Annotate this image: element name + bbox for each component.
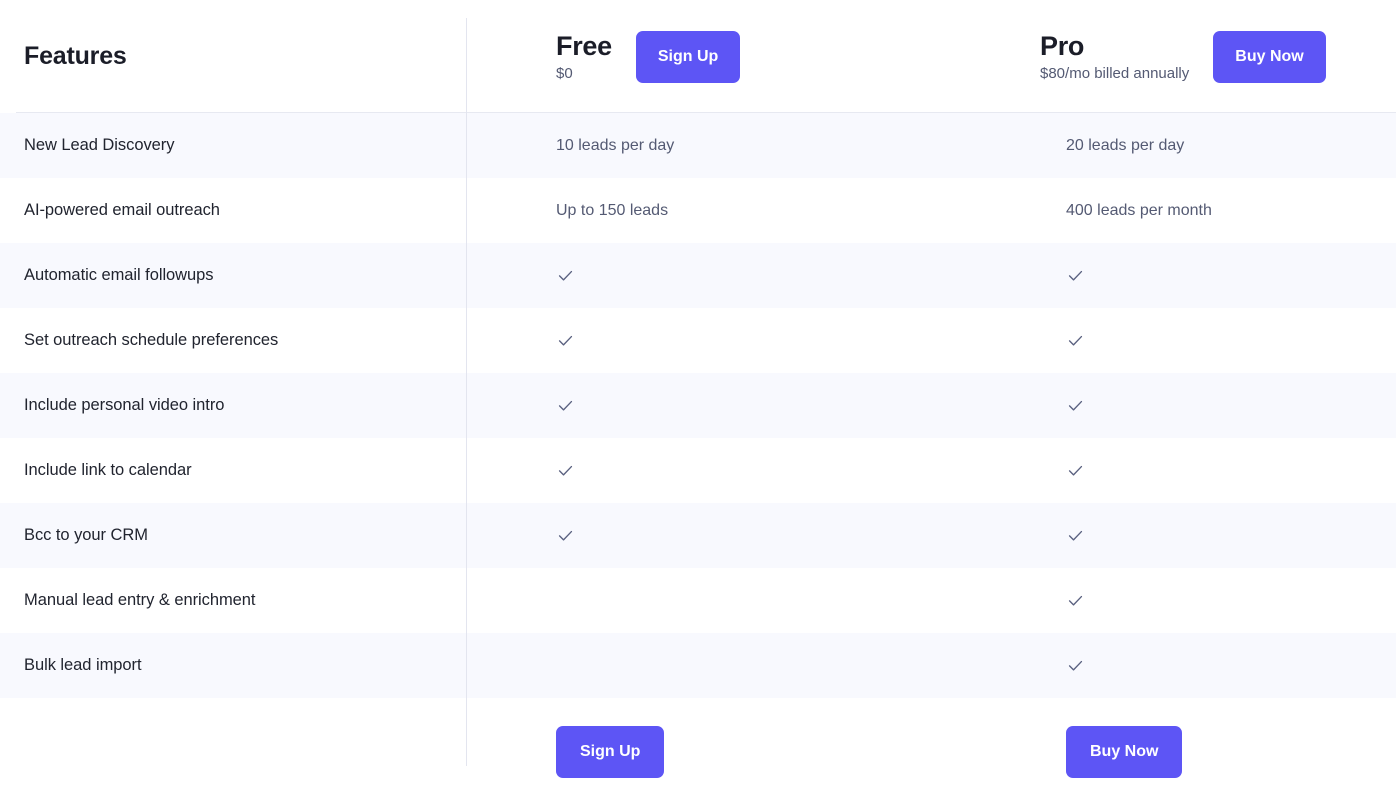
plan-name-pro: Pro (1040, 31, 1085, 62)
cell-free (466, 526, 1016, 545)
cell-value: Up to 150 leads (556, 201, 669, 219)
table-header: Features Free $0 Sign Up Pro $80/mo bill… (0, 0, 1396, 113)
plan-meta-pro: Pro $80/mo billed annually (1040, 31, 1189, 81)
plan-price-free: $0 (556, 64, 573, 82)
check-icon (556, 266, 575, 285)
sign-up-button-header[interactable]: Sign Up (635, 30, 741, 83)
check-icon (556, 396, 575, 415)
cell-value: 20 leads per day (1066, 136, 1185, 154)
cell-value: 400 leads per month (1066, 201, 1212, 219)
feature-label: Include personal video intro (24, 396, 225, 414)
table-row: New Lead Discovery 10 leads per day 20 lea… (0, 113, 1396, 178)
table-row: Include personal video intro (0, 373, 1396, 438)
cell-free (466, 461, 1016, 480)
cell-pro (1016, 331, 1396, 350)
sign-up-button-footer[interactable]: Sign Up (556, 725, 665, 778)
cell-pro (1016, 526, 1396, 545)
check-icon (1066, 396, 1085, 415)
table-row: Automatic email followups (0, 243, 1396, 308)
plan-meta-free: Free $0 (556, 31, 612, 81)
cell-pro (1016, 266, 1396, 285)
cell-free: Up to 150 leads (466, 202, 1016, 220)
feature-label: Bulk lead import (24, 656, 142, 674)
feature-label: Manual lead entry & enrichment (24, 591, 256, 609)
cell-free (466, 396, 1016, 415)
check-icon (556, 331, 575, 350)
table-row: Include link to calendar (0, 438, 1396, 503)
cell-pro (1016, 461, 1396, 480)
feature-label: Automatic email followups (24, 266, 214, 284)
pricing-comparison-table: Features Free $0 Sign Up Pro $80/mo bill… (0, 0, 1396, 798)
table-row: Bcc to your CRM (0, 503, 1396, 568)
cell-pro (1016, 656, 1396, 675)
check-icon (556, 526, 575, 545)
features-header-cell: Features (0, 42, 466, 71)
cell-pro: 20 leads per day (1016, 137, 1396, 155)
check-icon (1066, 591, 1085, 610)
check-icon (1066, 331, 1085, 350)
table-row: Manual lead entry & enrichment (0, 568, 1396, 633)
check-icon (1066, 266, 1085, 285)
column-divider (466, 18, 467, 766)
table-footer: Sign Up Buy Now (0, 698, 1396, 805)
cell-pro (1016, 396, 1396, 415)
page-title: Features (24, 42, 127, 70)
check-icon (1066, 526, 1085, 545)
cell-value: 10 leads per day (556, 136, 675, 154)
check-icon (1066, 656, 1085, 675)
footer-cell-free: Sign Up (466, 725, 1016, 778)
cell-free (466, 331, 1016, 350)
plan-name-free: Free (556, 31, 612, 62)
feature-label: AI-powered email outreach (24, 201, 220, 219)
feature-label: Set outreach schedule preferences (24, 331, 279, 349)
feature-label: Bcc to your CRM (24, 526, 148, 544)
cell-pro (1016, 591, 1396, 610)
plan-header-free: Free $0 Sign Up (466, 0, 1016, 113)
table-row: Bulk lead import (0, 633, 1396, 698)
feature-label: New Lead Discovery (24, 136, 175, 154)
cell-free (466, 266, 1016, 285)
check-icon (1066, 461, 1085, 480)
buy-now-button-header[interactable]: Buy Now (1213, 30, 1326, 83)
cell-pro: 400 leads per month (1016, 202, 1396, 220)
feature-rows: New Lead Discovery 10 leads per day 20 lea… (0, 113, 1396, 698)
table-row: AI-powered email outreach Up to 150 leads… (0, 178, 1396, 243)
table-row: Set outreach schedule preferences (0, 308, 1396, 373)
plan-price-pro: $80/mo billed annually (1040, 64, 1190, 82)
footer-cell-pro: Buy Now (1016, 725, 1396, 778)
check-icon (556, 461, 575, 480)
feature-label: Include link to calendar (24, 461, 192, 479)
plan-header-pro: Pro $80/mo billed annually Buy Now (1016, 0, 1396, 113)
buy-now-button-footer[interactable]: Buy Now (1066, 725, 1183, 778)
cell-free: 10 leads per day (466, 137, 1016, 155)
